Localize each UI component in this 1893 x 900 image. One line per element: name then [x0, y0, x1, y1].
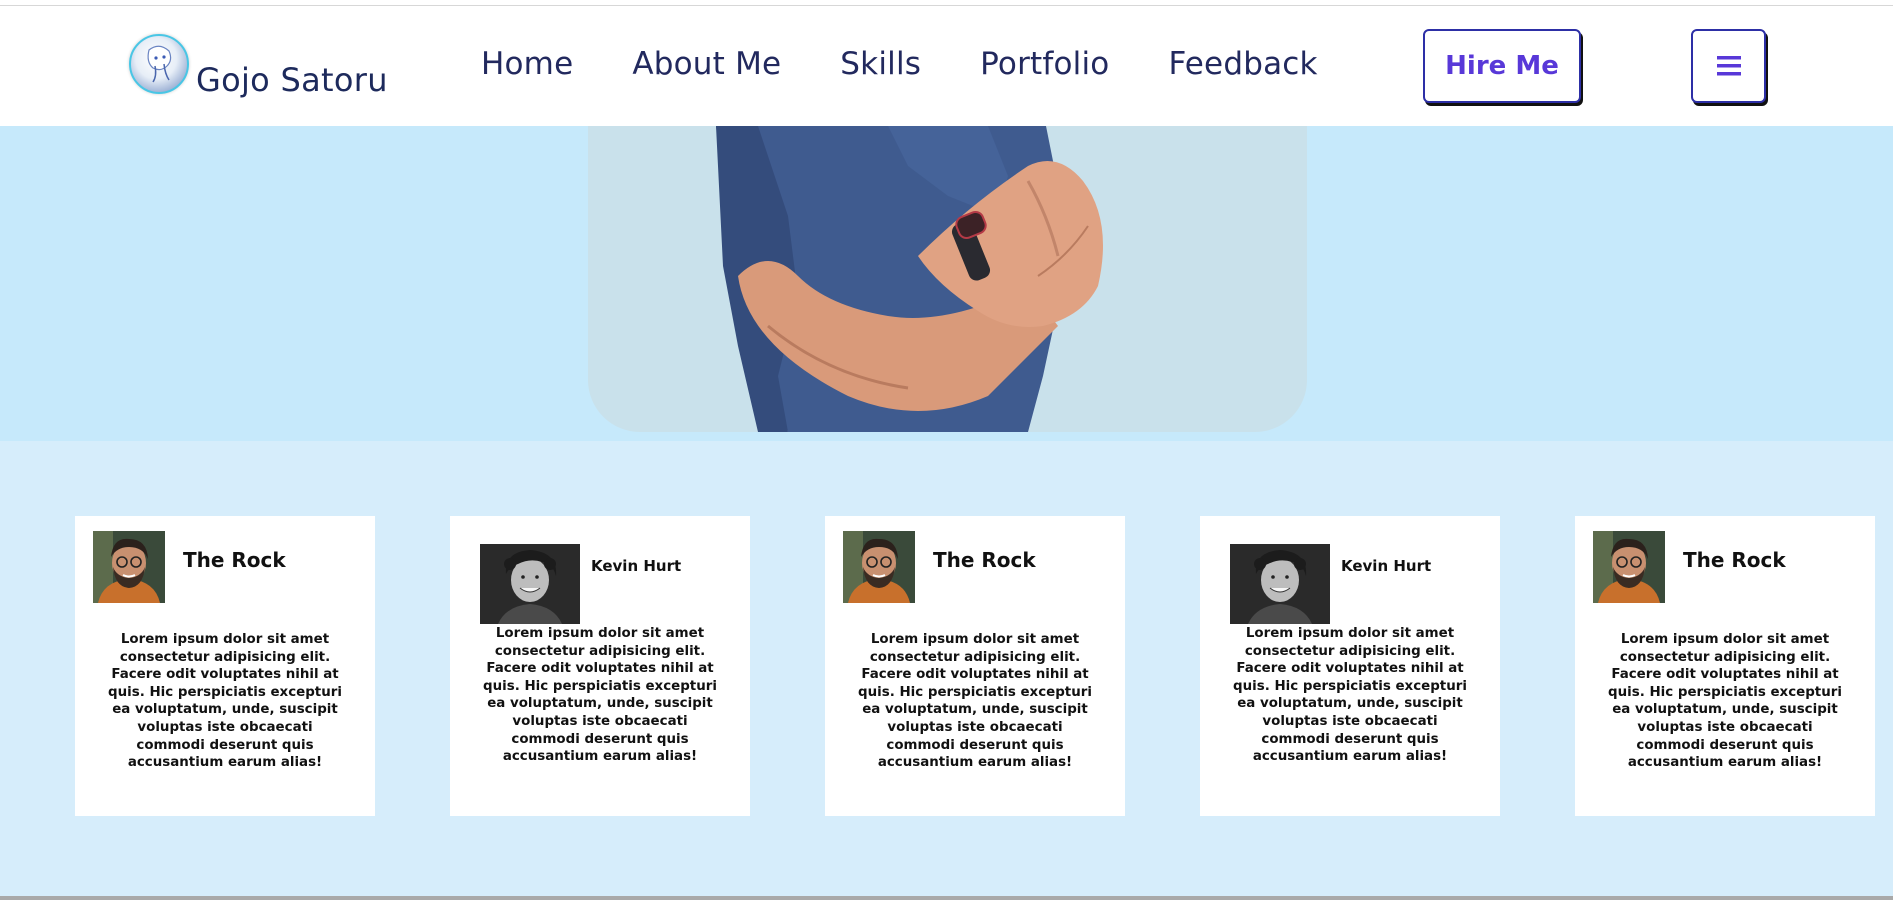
testimonial-text: Lorem ipsum dolor sit amet consectetur a…	[858, 632, 1092, 771]
nav-link-feedback[interactable]: Feedback	[1168, 46, 1317, 82]
testimonial-text: Lorem ipsum dolor sit amet consectetur a…	[1608, 632, 1842, 771]
testimonial-card: The Rock Lorem ipsum dolor sit amet cons…	[825, 516, 1125, 816]
testimonial-card: The Rock Lorem ipsum dolor sit amet cons…	[75, 516, 375, 816]
brand[interactable]: Gojo Satoru	[129, 34, 388, 99]
nav-link-home[interactable]: Home	[481, 46, 573, 82]
testimonial-card: The Rock Lorem ipsum dolor sit amet cons…	[1575, 516, 1875, 816]
testimonials-section: The Rock Lorem ipsum dolor sit amet cons…	[0, 441, 1893, 897]
nav-link-portfolio[interactable]: Portfolio	[980, 46, 1109, 82]
nav-link-skills[interactable]: Skills	[840, 46, 921, 82]
testimonial-text: Lorem ipsum dolor sit amet consectetur a…	[483, 626, 717, 765]
navbar: Gojo Satoru Home About Me Skills Portfol…	[0, 6, 1893, 126]
testimonial-avatar	[480, 544, 580, 624]
menu-button[interactable]	[1691, 29, 1766, 103]
brand-name[interactable]: Gojo Satoru	[196, 61, 388, 99]
testimonial-text: Lorem ipsum dolor sit amet consectetur a…	[108, 632, 342, 771]
testimonial-avatar	[1230, 544, 1330, 624]
testimonial-name: The Rock	[933, 548, 1036, 572]
nav-link-about-me[interactable]: About Me	[632, 46, 781, 82]
testimonial-name: Kevin Hurt	[591, 557, 682, 575]
testimonial-avatar	[93, 531, 165, 603]
anime-avatar-logo-icon[interactable]	[129, 34, 189, 94]
testimonial-card: Kevin Hurt Lorem ipsum dolor sit amet co…	[1200, 516, 1500, 816]
hero-section	[0, 126, 1893, 441]
hero-portrait-photo	[588, 126, 1307, 432]
testimonial-name: Kevin Hurt	[1341, 557, 1432, 575]
hire-me-button[interactable]: Hire Me	[1423, 29, 1581, 103]
nav-links: Home About Me Skills Portfolio Feedback	[481, 46, 1377, 82]
testimonial-avatar	[843, 531, 915, 603]
page-bottom-edge	[0, 896, 1893, 900]
testimonial-avatar	[1593, 531, 1665, 603]
testimonial-text: Lorem ipsum dolor sit amet consectetur a…	[1233, 626, 1467, 765]
testimonial-name: The Rock	[1683, 548, 1786, 572]
testimonial-name: The Rock	[183, 548, 286, 572]
testimonial-card: Kevin Hurt Lorem ipsum dolor sit amet co…	[450, 516, 750, 816]
hamburger-icon	[1716, 56, 1741, 76]
